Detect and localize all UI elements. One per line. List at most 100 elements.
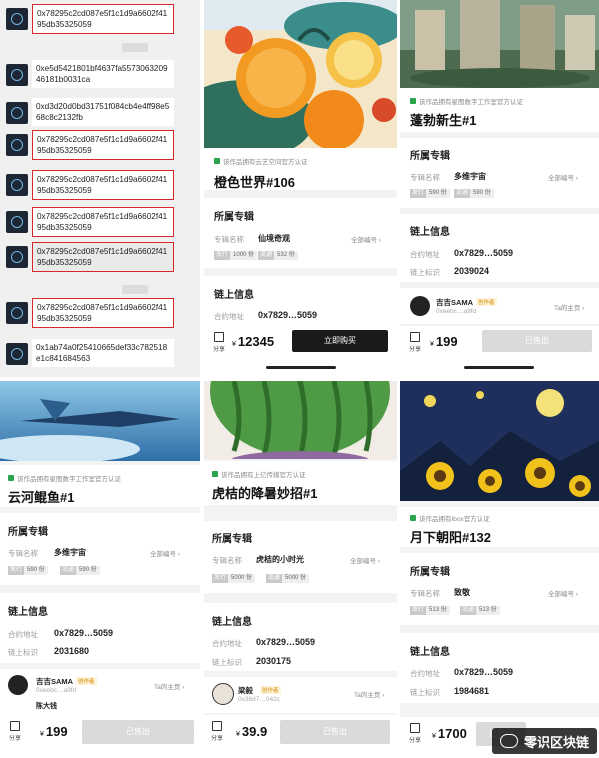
creator-home-link[interactable]: Ta的主页 › xyxy=(154,681,184,691)
chain-id: 2030175 xyxy=(256,656,292,666)
home-indicator xyxy=(266,366,336,369)
contract-label: 合约地址 xyxy=(8,630,38,639)
certification-note: 该作品拥有上亿传媒官方认证 xyxy=(212,469,306,479)
address-bubble[interactable]: 0xe5d5421801bf4637fa557306320946181b0031… xyxy=(32,60,174,88)
contract-address[interactable]: 0x7829…5059 xyxy=(54,628,113,638)
album-label: 专辑名称 xyxy=(214,235,244,244)
album-heading: 所属专辑 xyxy=(410,151,450,162)
share-icon[interactable] xyxy=(410,723,420,733)
address-bubble[interactable]: 0x78295c2cd087e5f1c1d9a6602f4195db353250… xyxy=(32,242,174,272)
album-label: 专辑名称 xyxy=(410,173,440,182)
circulation-chip: 流通 513 份 xyxy=(460,606,500,615)
avatar[interactable] xyxy=(410,296,430,316)
wechat-icon xyxy=(499,734,518,748)
artwork-image xyxy=(400,381,599,501)
share-icon[interactable] xyxy=(10,721,20,731)
app-logo-icon xyxy=(6,246,28,268)
price: ¥1700 xyxy=(432,726,467,741)
chain-info-heading: 链上信息 xyxy=(410,647,450,658)
creator-badge: 创作者 xyxy=(476,298,497,306)
album-name[interactable]: 致敬 xyxy=(454,587,470,598)
contract-address[interactable]: 0x7829…5059 xyxy=(258,310,317,320)
share-icon[interactable] xyxy=(214,332,224,342)
sold-out-button[interactable]: 已售出 xyxy=(82,720,194,744)
sold-out-button[interactable]: 已售出 xyxy=(482,330,592,352)
circulation-chip: 流通 590 份 xyxy=(60,566,100,575)
verified-flag-icon xyxy=(214,158,220,164)
album-heading: 所属专辑 xyxy=(410,567,450,578)
timestamp-pill xyxy=(122,285,148,294)
avatar[interactable] xyxy=(8,675,28,695)
creator-home-link[interactable]: Ta的主页 › xyxy=(354,689,384,699)
address-bubble[interactable]: 0x78295c2cd087e5f1c1d9a6602f4195db353250… xyxy=(32,207,174,237)
issue-chip: 发行 1000 份 xyxy=(214,251,258,260)
creator-home-link[interactable]: Ta的主页 › xyxy=(554,302,584,312)
address-bubble[interactable]: 0x1ab74a0f25410665def33c782518e1c8416845… xyxy=(32,339,174,367)
nft-title: 橙色世界#106 xyxy=(214,175,295,190)
avatar[interactable] xyxy=(212,683,234,705)
circulation-chip: 流通 5000 份 xyxy=(266,574,310,583)
album-name[interactable]: 仙境奇观 xyxy=(258,233,290,244)
address-bubble[interactable]: 0x78295c2cd087e5f1c1d9a6602f4195db353250… xyxy=(32,298,174,328)
share-icon[interactable] xyxy=(212,721,222,731)
chain-info-heading: 链上信息 xyxy=(410,227,450,238)
share-icon[interactable] xyxy=(410,332,420,342)
artwork-image xyxy=(204,381,397,459)
creator-address: 0xeebc…a9fd xyxy=(436,308,477,315)
app-logo-icon xyxy=(6,302,28,324)
all-numbers-link[interactable]: 全部编号 › xyxy=(548,172,578,182)
album-name[interactable]: 多维宇宙 xyxy=(454,171,486,182)
price: ¥12345 xyxy=(232,334,275,349)
address-bubble[interactable]: 0xd3d20d0bd31751f084cb4e4ff98e568c8c2132… xyxy=(32,98,174,126)
nft-detail-orange-world: 该作品拥有云艺空间官方认证 橙色世界#106 所属专辑 专辑名称 仙境奇观 全部… xyxy=(204,0,397,377)
nft-detail-moon-sunflower: 该作品拥有Ibox官方认证 月下朝阳#132 所属专辑 专辑名称 致敬 全部编号… xyxy=(400,381,599,758)
nft-title: 月下朝阳#132 xyxy=(410,530,491,545)
list-item: 0x78295c2cd087e5f1c1d9a6602f4195db353250… xyxy=(0,242,200,276)
timestamp-pill xyxy=(122,43,148,52)
list-item: 0x78295c2cd087e5f1c1d9a6602f4195db353250… xyxy=(0,4,200,38)
creator-address: 0xeebc…a9fd xyxy=(36,687,77,694)
list-item: 0x78295c2cd087e5f1c1d9a6602f4195db353250… xyxy=(0,130,200,164)
creator-badge: 创作者 xyxy=(260,686,281,694)
all-numbers-link[interactable]: 全部编号 › xyxy=(351,234,381,244)
all-numbers-link[interactable]: 全部编号 › xyxy=(150,548,180,558)
buy-now-button[interactable]: 立即购买 xyxy=(292,330,388,352)
creator-address: 0x36d7…042c xyxy=(238,696,280,703)
address-bubble[interactable]: 0x78295c2cd087e5f1c1d9a6602f4195db353250… xyxy=(32,4,174,34)
list-item: 0xd3d20d0bd31751f084cb4e4ff98e568c8c2132… xyxy=(0,98,200,132)
issue-chip: 发行 5000 份 xyxy=(212,574,256,583)
creator-name: 吉吉SAMA xyxy=(436,298,474,307)
chain-id: 2031680 xyxy=(54,646,90,656)
app-logo-icon xyxy=(6,343,28,365)
album-heading: 所属专辑 xyxy=(8,527,48,538)
album-heading: 所属专辑 xyxy=(212,534,252,545)
contract-label: 合约地址 xyxy=(410,669,440,678)
chain-id: 1984681 xyxy=(454,686,490,696)
contract-address[interactable]: 0x7829…5059 xyxy=(256,637,315,647)
creator-row[interactable] xyxy=(0,669,200,715)
chain-id-label: 链上标识 xyxy=(8,648,38,657)
album-name[interactable]: 多维宇宙 xyxy=(54,547,86,558)
verified-flag-icon xyxy=(410,515,416,521)
chain-info-heading: 链上信息 xyxy=(214,290,254,301)
all-numbers-link[interactable]: 全部编号 › xyxy=(350,555,380,565)
circulation-chip: 流通 590 份 xyxy=(454,189,494,198)
address-bubble[interactable]: 0x78295c2cd087e5f1c1d9a6602f4195db353250… xyxy=(32,130,174,160)
chain-id-label: 链上标识 xyxy=(212,658,242,667)
album-name[interactable]: 虎桔的小时光 xyxy=(256,554,304,565)
chain-id-label: 链上标识 xyxy=(410,268,440,277)
all-numbers-link[interactable]: 全部编号 › xyxy=(548,588,578,598)
issue-chip: 发行 590 份 xyxy=(410,189,450,198)
album-label: 专辑名称 xyxy=(410,589,440,598)
contract-address[interactable]: 0x7829…5059 xyxy=(454,248,513,258)
contract-address[interactable]: 0x7829…5059 xyxy=(454,667,513,677)
share-label: 分享 xyxy=(409,347,422,353)
contract-label: 合约地址 xyxy=(212,639,242,648)
list-item: 0xe5d5421801bf4637fa557306320946181b0031… xyxy=(0,60,200,94)
chain-id-label: 链上标识 xyxy=(410,688,440,697)
certification-note: 该作品拥有星图数字工作室官方认证 xyxy=(8,473,121,483)
app-logo-icon xyxy=(6,211,28,233)
address-bubble[interactable]: 0x78295c2cd087e5f1c1d9a6602f4195db353250… xyxy=(32,170,174,200)
sold-out-button[interactable]: 已售出 xyxy=(280,720,390,744)
nft-title: 蓬勃新生#1 xyxy=(410,113,477,128)
